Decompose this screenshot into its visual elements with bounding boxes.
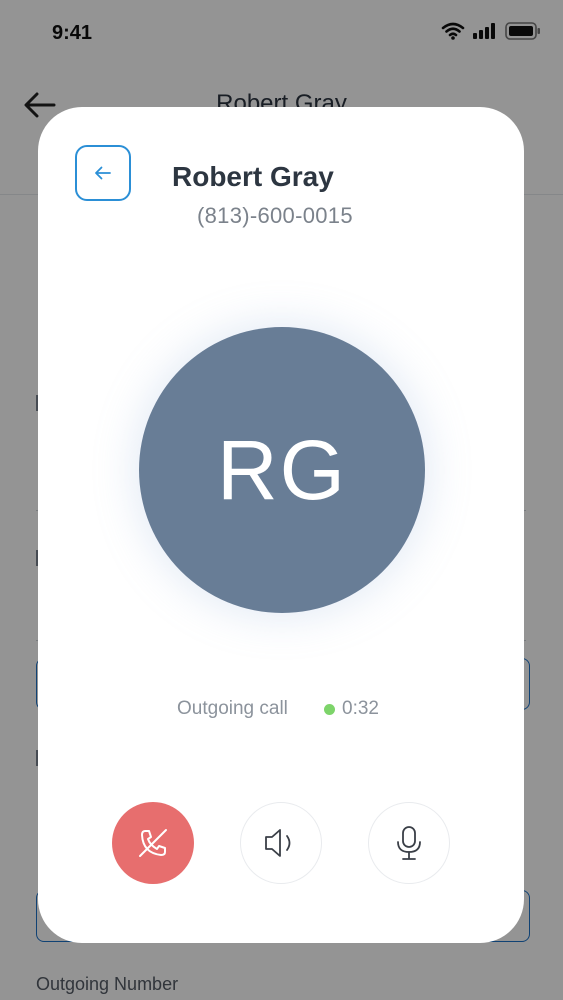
back-button[interactable] (75, 145, 131, 201)
microphone-icon (397, 826, 421, 860)
speaker-icon (265, 829, 291, 857)
end-call-button[interactable] (112, 802, 194, 884)
mute-button[interactable] (368, 802, 450, 884)
phone-hangup-icon (139, 829, 167, 857)
call-status: Outgoing call (177, 698, 288, 719)
call-timer: 0:32 (342, 698, 379, 719)
avatar: RG (139, 327, 425, 613)
arrow-left-icon (95, 166, 111, 180)
call-modal: Robert Gray (813)-600-0015 RG Outgoing c… (38, 107, 524, 943)
call-active-dot (324, 704, 335, 715)
avatar-initials: RG (217, 422, 347, 517)
contact-name: Robert Gray (172, 161, 334, 192)
contact-phone: (813)-600-0015 (197, 203, 353, 228)
speaker-button[interactable] (240, 802, 322, 884)
